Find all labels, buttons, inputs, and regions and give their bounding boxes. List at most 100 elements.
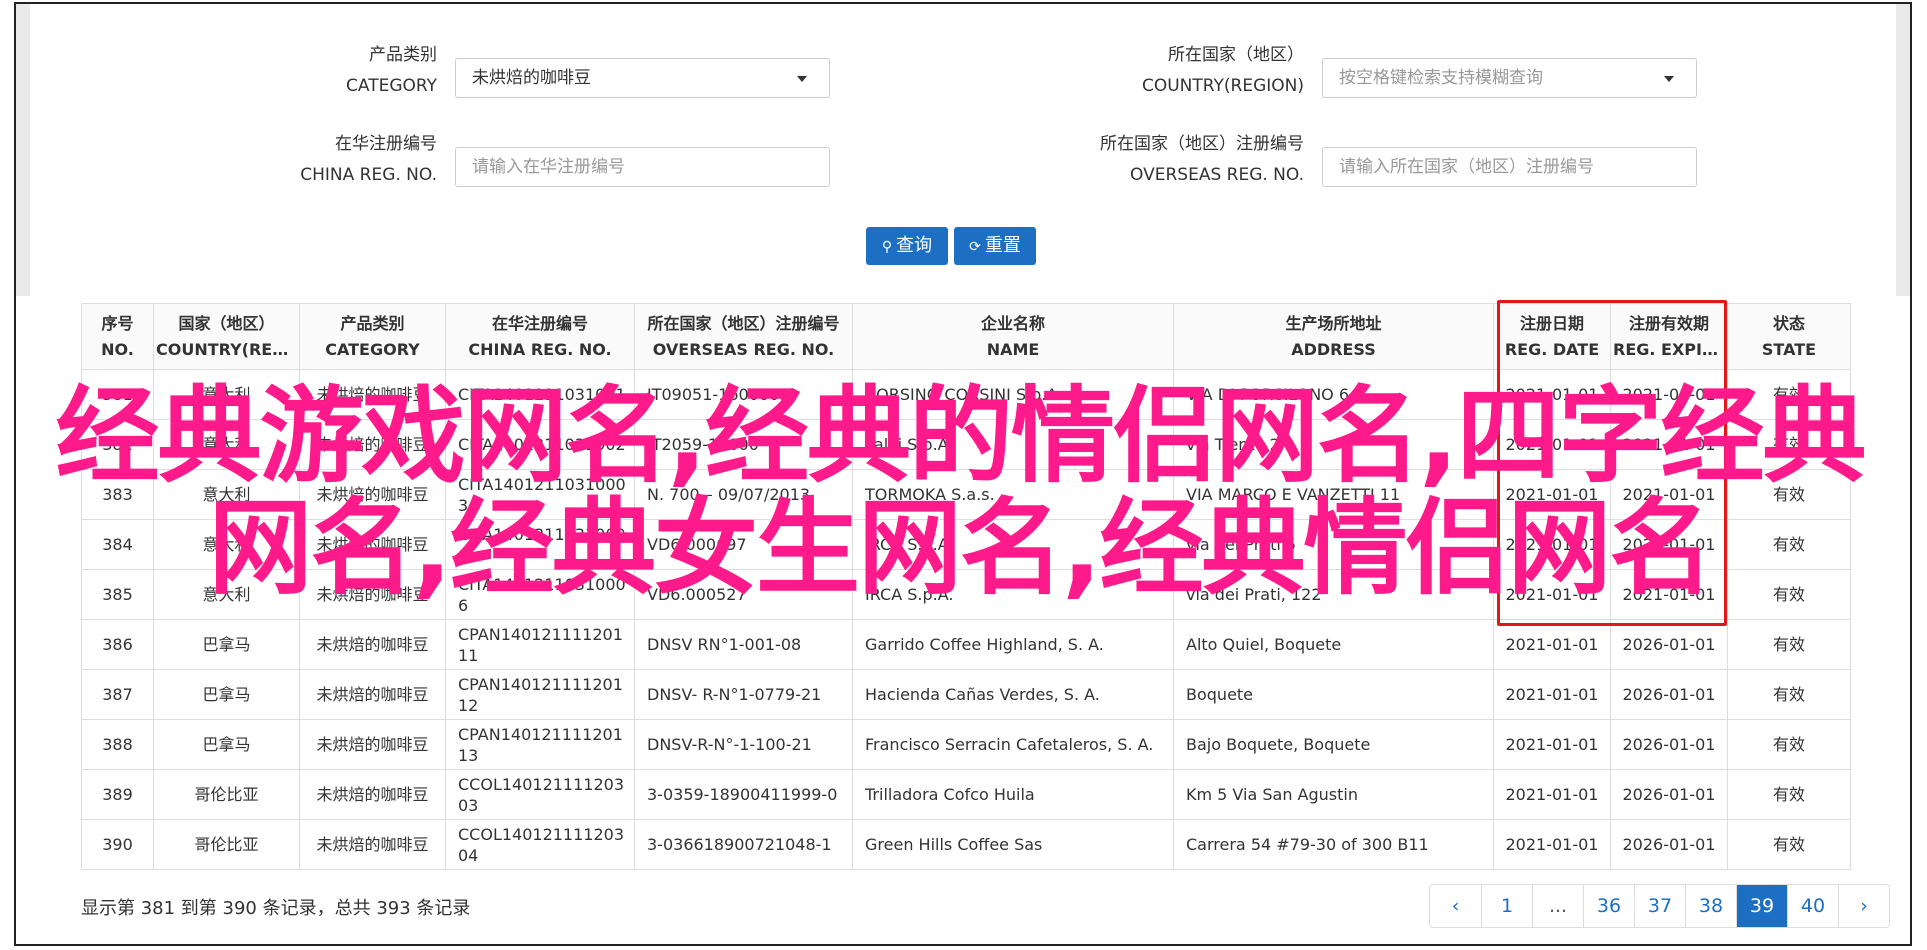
table-row[interactable]: 389 哥伦比亚 未烘焙的咖啡豆 CCOL14012111120303 3-0359-1… <box>81 769 1851 820</box>
pagination-page-1[interactable]: 1 <box>1481 885 1532 927</box>
table-header-row: 序号 NO. 国家（地区） COUNTRY(REGIO... 产品类别 CATEGORY 在… <box>81 303 1851 370</box>
pagination-ellipsis[interactable]: ... <box>1532 885 1583 927</box>
row-overseas-reg: 3-0359-18900411999-0 <box>634 769 853 820</box>
row-expire-date: 2021-01-01 <box>1610 569 1728 620</box>
pagination-page-39[interactable]: 39 <box>1736 885 1787 927</box>
overseas-reg-input[interactable]: 请输入所在国家（地区）注册编号 <box>1322 147 1697 187</box>
row-name: IRCA S.p.A. <box>852 569 1174 620</box>
table-row[interactable]: 382 意大利 未烘焙的咖啡豆 CITA1401211031002 IT2059-160… <box>81 419 1851 470</box>
column-header[interactable]: 注册日期 REG. DATE <box>1493 303 1611 370</box>
column-header[interactable]: 所在国家（地区）注册编号 OVERSEAS REG. NO. <box>634 303 853 370</box>
table-row[interactable]: 381 意大利 未烘焙的咖啡豆 CITA1401211031001 IT09051-16… <box>81 369 1851 420</box>
row-category: 未烘焙的咖啡豆 <box>299 519 446 570</box>
row-state: 有效 <box>1727 719 1851 770</box>
china-reg-placeholder: 请输入在华注册编号 <box>472 157 625 177</box>
row-category: 未烘焙的咖啡豆 <box>299 769 446 820</box>
overseas-reg-label: 所在国家（地区）注册编号 OVERSEAS REG. NO. <box>1000 129 1304 191</box>
row-expire-date: 2021-01-01 <box>1610 519 1728 570</box>
row-china-reg: CITA1401211031002 <box>445 419 635 470</box>
row-china-reg: CCOL14012111120304 <box>445 819 635 870</box>
china-reg-label: 在华注册编号 CHINA REG. NO. <box>240 129 437 191</box>
row-address: VIA MARCO E VANZETTI 11 <box>1173 469 1494 520</box>
row-address: Km 5 Via San Agustin <box>1173 769 1494 820</box>
column-header-en: REG. DATE <box>1504 339 1600 359</box>
row-country: 意大利 <box>153 569 300 620</box>
column-header-en: COUNTRY(REGIO... <box>156 339 297 359</box>
row-address: via dei Prati, 122 <box>1173 569 1494 620</box>
row-state: 有效 <box>1727 419 1851 470</box>
country-label-en: COUNTRY(REGION) <box>1141 76 1304 96</box>
table-row[interactable]: 385 意大利 未烘焙的咖啡豆 CITA14012110310006 VD6.00052… <box>81 569 1851 620</box>
table-row[interactable]: 388 巴拿马 未烘焙的咖啡豆 CPAN14012111120113 DNSV-R-N°… <box>81 719 1851 770</box>
table-row[interactable]: 383 意大利 未烘焙的咖啡豆 CITA14012110310003 N. 700 – … <box>81 469 1851 520</box>
pagination-prev-button[interactable]: ‹ <box>1430 885 1481 927</box>
row-reg-date: 2021-01-01 <box>1493 569 1611 620</box>
pagination-summary: 显示第 381 到第 390 条记录，总共 393 条记录 <box>81 898 471 919</box>
search-button-label: 查询 <box>896 235 933 256</box>
row-address: via dei Prati 5 <box>1173 519 1494 570</box>
row-reg-date: 2021-01-01 <box>1493 619 1611 670</box>
row-category: 未烘焙的咖啡豆 <box>299 419 446 470</box>
reset-button[interactable]: ⟳ 重置 <box>954 227 1036 265</box>
row-china-reg: CITA14012110310006 <box>445 569 635 620</box>
column-header[interactable]: 企业名称 NAME <box>852 303 1174 370</box>
column-header[interactable]: 注册有效期 REG. EXPIRE ... <box>1610 303 1728 370</box>
search-button[interactable]: ⚲ 查询 <box>866 227 948 265</box>
column-header[interactable]: 序号 NO. <box>81 303 154 370</box>
row-category: 未烘焙的咖啡豆 <box>299 569 446 620</box>
pagination-page-38[interactable]: 38 <box>1685 885 1736 927</box>
country-select[interactable]: 按空格键检索支持模糊查询 <box>1322 58 1697 98</box>
row-address: via Trento 2 <box>1173 419 1494 470</box>
row-expire-date: 2026-01-01 <box>1610 619 1728 670</box>
row-address: Boquete <box>1173 669 1494 720</box>
row-china-reg: CITA14012110310003 <box>445 469 635 520</box>
column-header-cn: 生产场所地址 <box>1285 313 1382 333</box>
row-state: 有效 <box>1727 669 1851 720</box>
column-header[interactable]: 国家（地区） COUNTRY(REGIO... <box>153 303 300 370</box>
row-china-reg: CITA1401211031001 <box>445 369 635 420</box>
row-expire-date: 2021-01-01 <box>1610 369 1728 420</box>
pagination-page-40[interactable]: 40 <box>1787 885 1838 927</box>
row-category: 未烘焙的咖啡豆 <box>299 719 446 770</box>
column-header-cn: 注册日期 <box>1519 313 1584 333</box>
pagination-page-36[interactable]: 36 <box>1583 885 1634 927</box>
row-name: TORMOKA S.a.s. <box>852 469 1174 520</box>
reset-button-label: 重置 <box>984 235 1021 256</box>
china-reg-label-en: CHINA REG. NO. <box>300 165 437 185</box>
row-category: 未烘焙的咖啡豆 <box>299 469 446 520</box>
overseas-reg-placeholder: 请输入所在国家（地区）注册编号 <box>1339 157 1594 177</box>
column-header[interactable]: 在华注册编号 CHINA REG. NO. <box>445 303 635 370</box>
row-no: 386 <box>81 619 154 670</box>
row-overseas-reg: IT2059-16000 <box>634 419 853 470</box>
column-header-cn: 所在国家（地区）注册编号 <box>647 313 840 333</box>
row-china-reg: CITA14012110310004 <box>445 519 635 570</box>
pagination-next-button[interactable]: › <box>1838 885 1889 927</box>
table-row[interactable]: 387 巴拿马 未烘焙的咖啡豆 CPAN14012111120112 DNSV- R-N… <box>81 669 1851 720</box>
row-address: VIA DI PORCILONO 64 <box>1173 369 1494 420</box>
right-scroll-track <box>1896 4 1910 296</box>
row-country: 哥伦比亚 <box>153 819 300 870</box>
row-reg-date: 2021-01-01 <box>1493 719 1611 770</box>
row-address: Carrera 54 #79-30 of 300 B11 <box>1173 819 1494 870</box>
refresh-icon: ⟳ <box>969 239 981 255</box>
row-no: 382 <box>81 419 154 470</box>
row-address: Alto Quiel, Boquete <box>1173 619 1494 670</box>
row-address: Bajo Boquete, Boquete <box>1173 719 1494 770</box>
row-expire-date: 2026-01-01 <box>1610 819 1728 870</box>
column-header[interactable]: 状态 STATE <box>1727 303 1851 370</box>
column-header-cn: 国家（地区） <box>178 313 275 333</box>
column-header-en: NAME <box>986 339 1040 359</box>
table-row[interactable]: 386 巴拿马 未烘焙的咖啡豆 CPAN14012111120111 DNSV RN°1… <box>81 619 1851 670</box>
pagination-page-37[interactable]: 37 <box>1634 885 1685 927</box>
column-header[interactable]: 生产场所地址 ADDRESS <box>1173 303 1494 370</box>
category-select[interactable]: 未烘焙的咖啡豆 <box>455 58 830 98</box>
row-category: 未烘焙的咖啡豆 <box>299 669 446 720</box>
china-reg-input[interactable]: 请输入在华注册编号 <box>455 147 830 187</box>
column-header[interactable]: 产品类别 CATEGORY <box>299 303 446 370</box>
table-row[interactable]: 390 哥伦比亚 未烘焙的咖啡豆 CCOL14012111120304 3-036618… <box>81 819 1851 870</box>
left-scroll-track <box>16 4 30 296</box>
column-header-cn: 在华注册编号 <box>491 313 588 333</box>
row-overseas-reg: IT09051-1600001 <box>634 369 853 420</box>
table-row[interactable]: 384 意大利 未烘焙的咖啡豆 CITA14012110310004 VD6.00069… <box>81 519 1851 570</box>
row-category: 未烘焙的咖啡豆 <box>299 619 446 670</box>
